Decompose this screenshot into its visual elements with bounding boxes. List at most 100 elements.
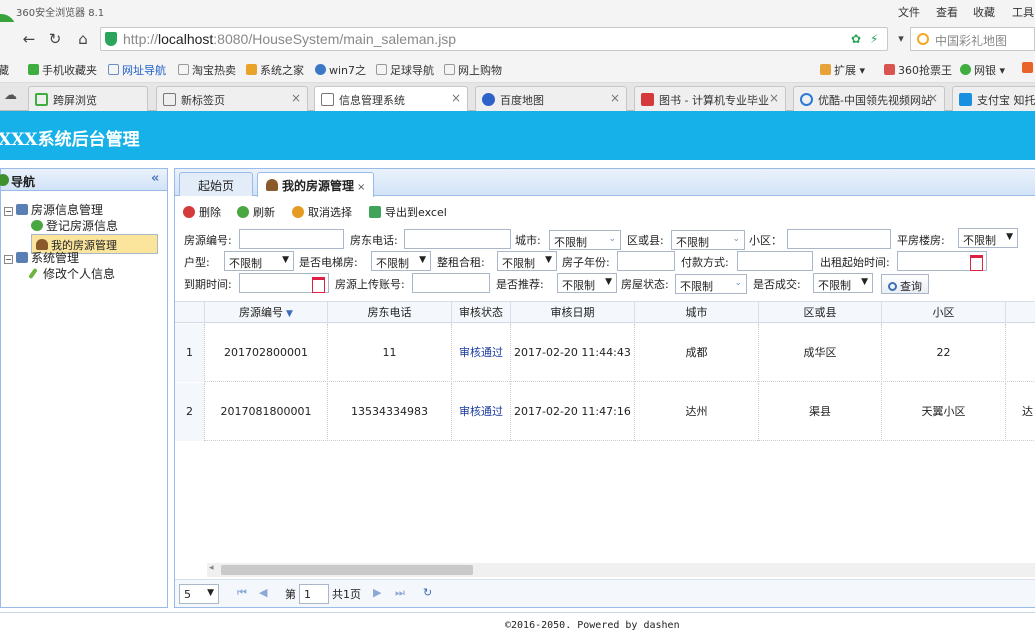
scroll-left-icon[interactable]: ◂ [209,563,214,573]
house-type-select[interactable]: 不限制 ▼ [224,251,294,271]
scrollbar-thumb[interactable] [221,565,473,575]
menu-favorites[interactable]: 收藏 [973,4,995,20]
close-icon[interactable]: × [928,91,938,105]
bookmark-football[interactable]: 足球导航 [376,62,434,78]
search-input[interactable]: 中国彩礼地图 [910,27,1035,51]
reload-icon[interactable]: ↻ [44,28,66,50]
phone-icon [28,64,39,75]
flat-floor-select[interactable]: 不限制 ▼ [958,228,1018,248]
build-year-input[interactable] [617,251,675,271]
delete-button[interactable]: 删除 [183,204,221,220]
chevron-down-icon: ⌄ [608,234,616,244]
browser-tab[interactable]: 跨屏浏览 [28,86,148,111]
user-icon [36,239,48,250]
collapse-icon[interactable]: « [151,171,159,186]
cloud-icon[interactable]: ☁ [4,88,17,103]
header-audit-date[interactable]: 审核日期 [511,302,635,324]
bookmark-nav[interactable]: 网址导航 [108,62,166,78]
page-number-input[interactable]: 1 [299,584,329,604]
tree-toggle-icon[interactable]: − [4,255,13,264]
pay-mode-input[interactable] [737,251,813,271]
tree-item-edit-profile[interactable]: 修改个人信息 [28,266,115,282]
table-row[interactable]: 2 2017081800001 13534334983 审核通过 2017-02… [175,383,1035,441]
browser-tab[interactable]: 优酷-中国领先视频网站 × [793,86,945,111]
browser-tab[interactable]: 百度地图 × [475,86,627,111]
menu-view[interactable]: 查看 [936,4,958,20]
deal-select[interactable]: 不限制 ▼ [813,273,873,293]
browser-tab[interactable]: 支付宝 知托 [952,86,1035,111]
user-icon [266,179,278,191]
rent-mode-select[interactable]: 不限制 ▼ [497,251,557,271]
recommend-select[interactable]: 不限制 ▼ [557,273,617,293]
elevator-select[interactable]: 不限制 ▼ [371,251,431,271]
bookmark-item[interactable]: 藏 [0,62,9,78]
sort-desc-icon: ▼ [286,309,293,319]
footer: ©2016-2050. Powered by dashen [0,612,1035,640]
close-icon[interactable]: × [769,91,779,105]
speed-icon[interactable]: ✿ [851,32,861,46]
url-text: http://localhost:8080/HouseSystem/main_s… [123,31,457,47]
tree-toggle-icon[interactable]: − [4,207,13,216]
close-icon[interactable]: × [610,91,620,105]
filter-label-house-type: 户型: [184,256,210,269]
url-input[interactable]: http://localhost:8080/HouseSystem/main_s… [100,27,888,51]
owner-phone-input[interactable] [404,229,511,249]
lightning-icon[interactable]: ⚡ [870,32,878,46]
refresh-button[interactable]: 刷新 [237,204,275,220]
chevron-down-icon: ▼ [545,255,552,265]
uploader-input[interactable] [412,273,490,293]
menu-tools[interactable]: 工具 [1012,4,1034,20]
expire-date-input[interactable] [239,273,329,293]
export-excel-button[interactable]: 导出到excel [369,204,447,220]
tab-my-houses[interactable]: 我的房源管理 × [257,172,375,197]
first-page-icon[interactable]: ⏮ [237,586,247,600]
close-icon[interactable]: × [291,91,301,105]
next-page-icon[interactable]: ▶ [373,586,381,599]
home-icon[interactable]: ⌂ [72,28,94,50]
tree-item-register-house[interactable]: 登记房源信息 [31,218,118,234]
bookmark-mobile[interactable]: 手机收藏夹 [28,62,97,78]
district-select[interactable]: 不限制 ⌄ [671,230,745,250]
header-audit-status[interactable]: 审核状态 [452,302,511,324]
tree-item-system[interactable]: − 系统管理 [4,250,79,266]
header-city[interactable]: 城市 [635,302,759,324]
chevron-down-icon: ⌄ [734,278,742,288]
page-icon [321,93,334,106]
close-icon[interactable]: × [357,182,365,193]
dropdown-chevron-icon[interactable]: ▾ [890,28,912,50]
rent-start-date-input[interactable] [897,251,987,271]
header-community[interactable]: 小区 [882,302,1006,324]
extensions-button[interactable]: 扩展 ▾ [820,62,865,78]
browser-tab-active[interactable]: 信息管理系统 × [314,86,468,112]
reload-icon[interactable]: ↻ [423,586,432,599]
bank-button[interactable]: 网银 ▾ [960,62,1005,78]
table-row[interactable]: 1 201702800001 11 审核通过 2017-02-20 11:44:… [175,324,1035,382]
tab-start-page[interactable]: 起始页 [179,172,253,196]
back-arrow-icon[interactable]: ← [18,28,40,50]
bookmark-xitong[interactable]: 系统之家 [246,62,304,78]
header-house-no[interactable]: 房源编号 ▼ [205,302,328,324]
header-district[interactable]: 区或县 [759,302,882,324]
page-size-select[interactable]: 5 ▼ [179,584,219,604]
last-page-icon[interactable]: ⏭ [395,586,405,600]
query-button[interactable]: 查询 [881,274,929,294]
more-icon[interactable] [1022,62,1035,75]
menu-file[interactable]: 文件 [898,4,920,20]
status-select[interactable]: 不限制 ⌄ [675,274,747,294]
header-owner-phone[interactable]: 房东电话 [328,302,452,324]
tree-item-house-info[interactable]: − 房源信息管理 [4,202,103,218]
unselect-button[interactable]: 取消选择 [292,204,352,220]
house-no-input[interactable] [239,229,344,249]
bookmark-shopping[interactable]: 网上购物 [444,62,502,78]
browser-tab[interactable]: 新标签页 × [156,86,308,111]
bookmark-win7[interactable]: win7之 [315,62,366,78]
city-select[interactable]: 不限制 ⌄ [549,230,621,250]
close-icon[interactable]: × [451,91,461,105]
browser-tab[interactable]: 图书 - 计算机专业毕业 × [634,86,786,111]
bookmark-taobao[interactable]: 淘宝热卖 [178,62,236,78]
ticket-button[interactable]: 360抢票王 [884,62,952,78]
browser-tab-bar: ☁ 跨屏浏览 新标签页 × 信息管理系统 × 百度地图 × 图书 - 计算机专业毕业 ×… [0,83,1035,112]
prev-page-icon[interactable]: ◀ [259,586,267,599]
community-input[interactable] [787,229,891,249]
horizontal-scrollbar[interactable]: ◂ [207,563,1035,577]
